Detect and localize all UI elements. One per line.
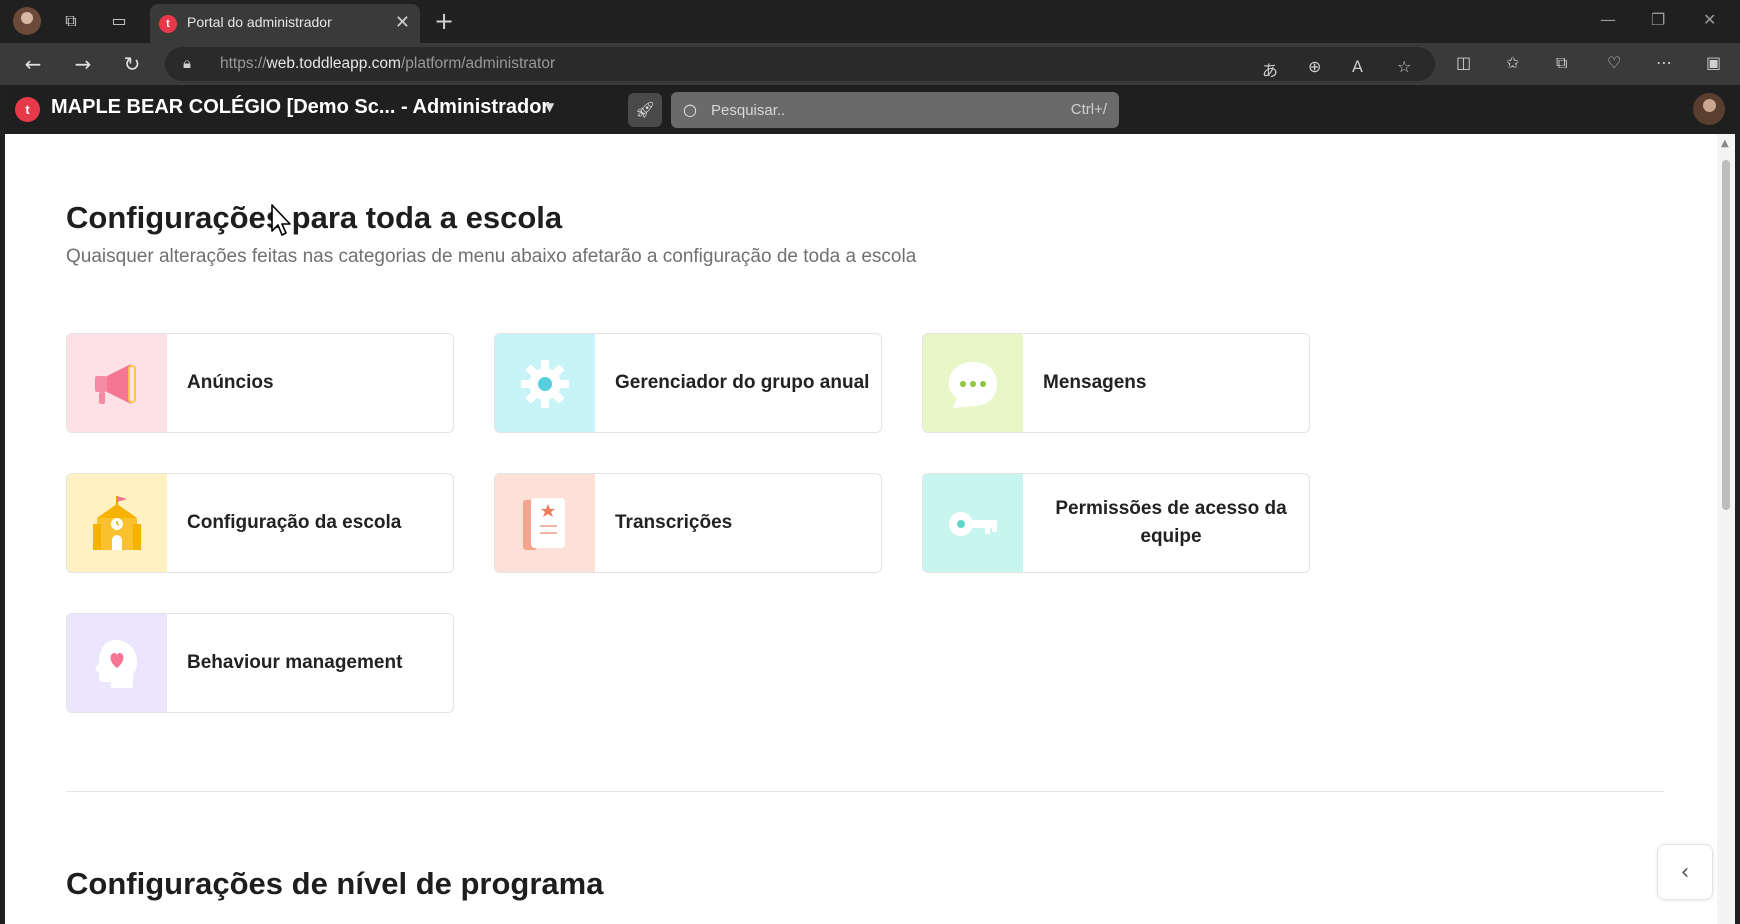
card-thumb	[495, 334, 595, 432]
head-heart-icon	[95, 640, 137, 688]
section-title-program: Configurações de nível de programa	[66, 866, 604, 901]
read-aloud-icon[interactable]: A	[1352, 57, 1363, 76]
card-label: Mensagens	[1043, 372, 1147, 393]
avatar[interactable]	[1693, 93, 1725, 125]
card-label: Gerenciador do grupo anual	[615, 372, 870, 393]
card-announcements[interactable]: Anúncios	[66, 333, 454, 433]
card-messages[interactable]: Mensagens	[922, 333, 1310, 433]
card-label: Behaviour management	[187, 652, 403, 673]
favorites-icon[interactable]: ✩	[1506, 53, 1519, 72]
search-box[interactable]: ○ Ctrl+/	[671, 92, 1119, 128]
card-transcripts[interactable]: Transcrições	[494, 473, 882, 573]
chat-bubble-icon	[949, 362, 997, 408]
browser-tab-active[interactable]: t Portal do administrador ✕	[150, 4, 420, 43]
zoom-icon[interactable]: ⊕	[1308, 57, 1321, 76]
card-behaviour-management[interactable]: Behaviour management	[66, 613, 454, 713]
card-year-group-manager[interactable]: Gerenciador do grupo anual	[494, 333, 882, 433]
search-shortcut: Ctrl+/	[1070, 101, 1107, 118]
health-icon[interactable]: ♡	[1607, 53, 1621, 72]
main-content: Configurações para toda a escola Quaisqu…	[5, 134, 1735, 924]
new-tab-icon[interactable]: +	[434, 7, 454, 35]
school-building-icon	[93, 496, 141, 550]
card-label: Permissões de acesso da equipe	[1055, 498, 1287, 547]
more-options-icon[interactable]: ⋯	[1656, 53, 1672, 72]
card-label: Transcrições	[615, 512, 733, 533]
tab-close-icon[interactable]: ✕	[395, 12, 410, 33]
lock-icon[interactable]: 🔒︎	[183, 54, 191, 72]
browser-profile-avatar[interactable]	[13, 7, 41, 35]
back-icon[interactable]: ←	[20, 51, 46, 77]
toddle-logo-icon: t	[15, 97, 40, 122]
card-thumb	[67, 614, 167, 712]
address-bar[interactable]: 🔒︎ https://web.toddleapp.com/platform/ad…	[165, 47, 1435, 81]
card-thumb	[67, 334, 167, 432]
chevron-left-icon[interactable]: ‹	[1657, 844, 1713, 900]
chevron-down-icon[interactable]: ▼	[545, 100, 554, 114]
notebook-icon	[523, 498, 565, 550]
card-thumb	[67, 474, 167, 572]
refresh-icon[interactable]: ↻	[119, 51, 145, 77]
collections-icon[interactable]: ⧉	[1556, 53, 1567, 73]
forward-icon[interactable]: →	[70, 51, 96, 77]
search-input[interactable]	[711, 98, 1011, 122]
browser-toolbar: ← → ↻ 🔒︎ https://web.toddleapp.com/platf…	[0, 43, 1740, 85]
megaphone-icon	[95, 364, 136, 404]
window-close-icon[interactable]: ✕	[1703, 10, 1716, 29]
favorite-star-icon[interactable]: ☆	[1397, 57, 1411, 76]
tab-title: Portal do administrador	[187, 14, 332, 30]
gear-icon	[521, 360, 569, 408]
scroll-up-icon[interactable]: ▲	[1721, 138, 1729, 149]
rocket-button[interactable]: 🚀︎	[628, 93, 662, 127]
workspaces-icon[interactable]: ⧉	[60, 10, 82, 32]
sidebar-icon[interactable]: ▣	[1706, 53, 1721, 72]
section-divider	[66, 791, 1664, 792]
browser-tab-strip: ⧉ ▭ t Portal do administrador ✕ + — ❐ ✕	[0, 0, 1740, 43]
minimize-icon[interactable]: —	[1600, 10, 1616, 29]
tab-favicon-icon: t	[159, 15, 177, 33]
restore-icon[interactable]: ❐	[1651, 10, 1665, 29]
card-staff-access-permissions[interactable]: Permissões de acesso da equipe	[922, 473, 1310, 573]
tab-actions-icon[interactable]: ▭	[108, 10, 130, 32]
card-thumb	[495, 474, 595, 572]
card-label: Anúncios	[187, 372, 274, 393]
card-thumb	[923, 474, 1023, 572]
mouse-cursor-icon	[271, 204, 291, 236]
url-text[interactable]: https://web.toddleapp.com/platform/admin…	[220, 55, 555, 73]
vertical-scrollbar[interactable]: ▲	[1717, 134, 1735, 924]
page-subtitle: Quaisquer alterações feitas nas categori…	[66, 246, 917, 267]
translate-icon[interactable]: あ	[1262, 57, 1278, 81]
key-icon	[949, 512, 997, 536]
split-screen-icon[interactable]: ◫	[1456, 53, 1471, 72]
rocket-icon: 🚀︎	[634, 100, 656, 119]
card-thumb	[923, 334, 1023, 432]
page-title: Configurações para toda a escola	[66, 200, 563, 235]
app-header: t MAPLE BEAR COLÉGIO [Demo Sc... - Admin…	[5, 85, 1735, 134]
scroll-thumb[interactable]	[1722, 160, 1730, 510]
school-switcher[interactable]: MAPLE BEAR COLÉGIO [Demo Sc... - Adminis…	[51, 96, 549, 119]
card-school-configuration[interactable]: Configuração da escola	[66, 473, 454, 573]
card-label: Configuração da escola	[187, 512, 402, 533]
search-icon: ○	[683, 100, 697, 119]
